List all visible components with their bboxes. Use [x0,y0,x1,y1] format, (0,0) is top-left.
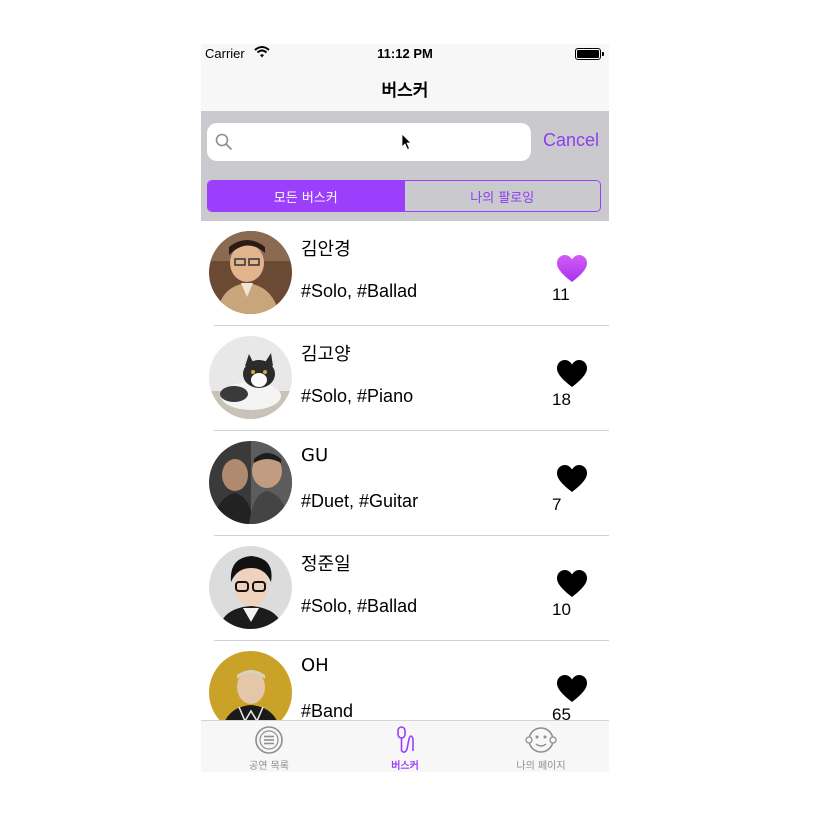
busker-list: 김안경 #Solo, #Ballad 11 김고양 #Solo, #Piano … [201,221,609,720]
segment-my-following[interactable]: 나의 팔로잉 [403,181,600,211]
busker-tags: #Duet, #Guitar [301,491,419,511]
page-title: 버스커 [381,81,429,101]
busker-name: 김고양 [301,344,351,365]
heart-icon[interactable] [557,360,587,392]
avatar [209,336,292,419]
like-count: 10 [552,600,571,619]
busker-name: 정준일 [301,554,351,575]
like-count: 18 [552,390,571,409]
microphone-icon [397,726,414,753]
like-count: 65 [552,705,571,720]
heart-icon[interactable] [557,255,587,287]
avatar [209,546,292,629]
phone-screen: Carrier 11:12 PM 버스커 Cancel 모든 버스커 나의 팔로… [201,44,609,772]
busker-name: 김안경 [301,239,351,260]
navigation-bar: 버스커 [201,64,609,111]
heart-icon[interactable] [557,570,587,602]
busker-tags: #Solo, #Ballad [301,596,418,616]
mouse-pointer-icon [401,133,413,155]
busker-name: GU [301,445,329,466]
status-time: 11:12 PM [377,46,433,61]
tab-label: 버스커 [391,761,419,772]
search-input[interactable] [207,123,531,161]
tab-label: 공연 목록 [249,761,289,772]
busker-name: OH [301,655,329,676]
heart-icon[interactable] [557,465,587,497]
avatar [209,231,292,314]
list-item[interactable]: 김고양 #Solo, #Piano 18 [201,326,609,431]
busker-tags: #Solo, #Ballad [301,281,418,301]
tab-performance-list[interactable]: 공연 목록 [201,725,337,772]
list-icon [255,726,283,754]
list-item[interactable]: GU #Duet, #Guitar 7 [201,431,609,536]
avatar [209,651,292,720]
tab-bar: 공연 목록 버스커 나의 페이지 [201,720,609,772]
segment-all-buskers[interactable]: 모든 버스커 [208,181,404,211]
cancel-button[interactable]: Cancel [543,130,599,151]
battery-icon [575,48,604,60]
list-item[interactable]: 정준일 #Solo, #Ballad 10 [201,536,609,641]
busker-tags: #Band [301,701,354,720]
tab-my-page[interactable]: 나의 페이지 [473,725,609,772]
like-count: 11 [552,285,570,304]
status-bar: Carrier 11:12 PM [201,44,609,64]
heart-icon[interactable] [557,675,587,707]
list-item[interactable]: OH #Band 65 [201,641,609,720]
like-count: 7 [552,495,562,514]
busker-tags: #Solo, #Piano [301,386,414,406]
search-icon [215,133,233,155]
search-area: Cancel 모든 버스커 나의 팔로잉 [201,111,609,221]
avatar [209,441,292,524]
monkey-face-icon [525,727,557,753]
list-item[interactable]: 김안경 #Solo, #Ballad 11 [201,221,609,326]
segmented-control: 모든 버스커 나의 팔로잉 [207,180,601,212]
tab-label: 나의 페이지 [516,761,566,772]
tab-buskers[interactable]: 버스커 [337,725,473,772]
